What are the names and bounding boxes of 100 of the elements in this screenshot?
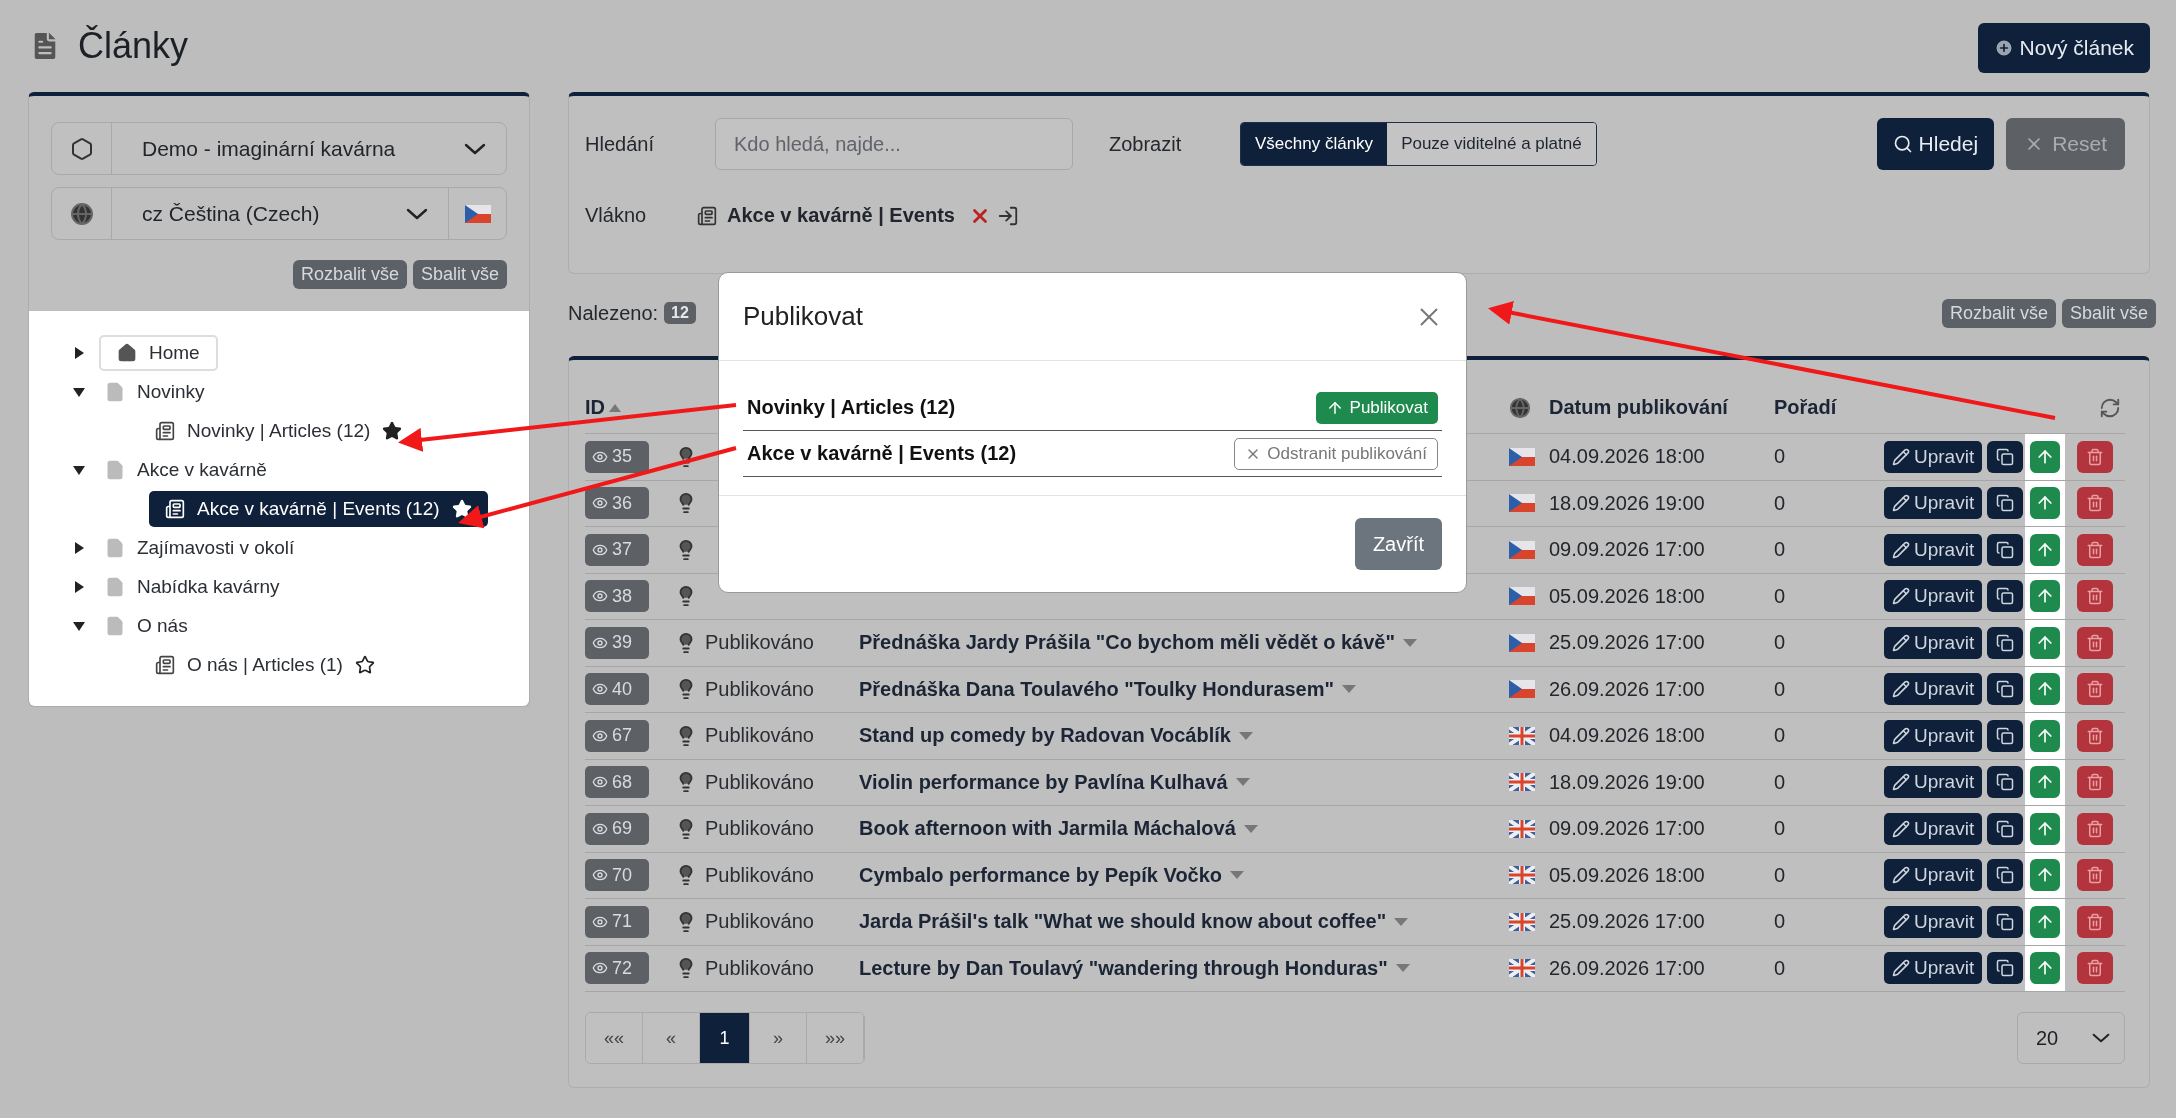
article-title[interactable]: Violin performance by Pavlína Kulhavá [859,770,1509,794]
copy-button[interactable] [1987,626,2024,659]
edit-button[interactable]: Upravit [1884,952,1983,985]
delete-button[interactable] [2077,440,2114,473]
language-select[interactable]: cz Čeština (Czech) [51,187,507,240]
unpublish-button[interactable]: Odstranit publikování [1234,437,1438,470]
publish-button[interactable] [2030,626,2061,659]
edit-button[interactable]: Upravit [1884,580,1983,613]
publish-button[interactable] [2030,812,2061,845]
column-header[interactable]: Datum publikování [1549,396,1774,419]
delete-button[interactable] [2077,905,2114,938]
tree-item[interactable]: Novinky [99,373,211,410]
id-badge[interactable]: 39 [585,626,649,659]
tree-item[interactable]: O nás | Articles (1) [149,646,381,683]
copy-button[interactable] [1987,487,2024,520]
id-badge[interactable]: 68 [585,766,649,799]
expand-all-button[interactable]: Rozbalit vše [292,260,407,289]
id-badge[interactable]: 71 [585,905,649,938]
id-badge[interactable]: 40 [585,673,649,706]
publish-button[interactable] [2030,580,2061,613]
edit-button[interactable]: Upravit [1884,673,1983,706]
edit-button[interactable]: Upravit [1884,719,1983,752]
delete-button[interactable] [2077,580,2114,613]
tree-item[interactable]: Nabídka kavárny [99,568,286,605]
copy-button[interactable] [1987,580,2024,613]
filter-toggle[interactable]: Pouze viditelné a platné [1387,123,1596,165]
collapse-all-button[interactable]: Sbalit vše [412,260,507,289]
publish-button[interactable]: Publikovat [1315,391,1438,424]
caret-right-icon[interactable] [72,579,86,594]
search-field[interactable]: Kdo hledá, najde... [715,118,1073,170]
delete-button[interactable] [2077,533,2114,566]
publish-button[interactable] [2030,533,2061,566]
copy-button[interactable] [1987,812,2024,845]
edit-button[interactable]: Upravit [1884,487,1983,520]
caret-right-icon[interactable] [72,540,86,555]
refresh-icon[interactable] [2099,396,2121,419]
id-badge[interactable]: 70 [585,859,649,892]
collapse-all-button[interactable]: Sbalit vše [2061,298,2156,328]
enter-icon[interactable] [996,204,1019,227]
article-title[interactable]: Cymbalo performance by Pepík Vočko [859,863,1509,887]
page-button[interactable]: 1 [700,1013,750,1063]
edit-button[interactable]: Upravit [1884,859,1983,892]
id-badge[interactable]: 36 [585,487,649,520]
new-article-button[interactable]: Nový článek [1977,23,2150,73]
edit-button[interactable]: Upravit [1884,533,1983,566]
id-badge[interactable]: 72 [585,952,649,985]
copy-button[interactable] [1987,440,2024,473]
page-size-select[interactable]: 20 [2017,1012,2125,1064]
publish-button[interactable] [2030,673,2061,706]
publish-button[interactable] [2030,905,2061,938]
tree-item[interactable]: Novinky | Articles (12) [149,412,409,449]
delete-button[interactable] [2077,766,2114,799]
edit-button[interactable]: Upravit [1884,440,1983,473]
delete-button[interactable] [2077,859,2114,892]
search-button[interactable]: Hledej [1876,118,1995,170]
publish-button[interactable] [2030,766,2061,799]
edit-button[interactable]: Upravit [1884,766,1983,799]
id-badge[interactable]: 35 [585,440,649,473]
edit-button[interactable]: Upravit [1884,812,1983,845]
publish-button[interactable] [2030,859,2061,892]
star-icon[interactable] [382,420,403,441]
copy-button[interactable] [1987,533,2024,566]
delete-button[interactable] [2077,487,2114,520]
id-badge[interactable]: 67 [585,719,649,752]
tree-item[interactable]: Zajímavosti v okolí [99,529,301,566]
filter-toggle[interactable]: Všechny články [1241,123,1388,165]
tree-item[interactable]: Akce v kavárně | Events (12) [149,490,488,527]
tree-item[interactable]: Akce v kavárně [99,451,273,488]
column-header[interactable]: ID [585,396,667,419]
publish-button[interactable] [2030,440,2061,473]
id-badge[interactable]: 37 [585,533,649,566]
copy-button[interactable] [1987,905,2024,938]
id-badge[interactable]: 69 [585,812,649,845]
page-button[interactable]: «« [586,1013,643,1063]
star-icon[interactable] [451,498,472,519]
copy-button[interactable] [1987,673,2024,706]
star-icon[interactable] [354,654,375,675]
article-title[interactable]: Jarda Prášil's talk "What we should know about coffee" [859,910,1509,934]
id-badge[interactable]: 38 [585,580,649,613]
article-title[interactable]: Přednáška Jardy Prášila "Co bychom měli vědět o kávě" [859,631,1509,655]
publish-button[interactable] [2030,952,2061,985]
copy-button[interactable] [1987,859,2024,892]
edit-button[interactable]: Upravit [1884,905,1983,938]
expand-all-button[interactable]: Rozbalit vše [1941,298,2056,328]
delete-button[interactable] [2077,719,2114,752]
project-select[interactable]: Demo - imaginární kavárna [51,122,507,175]
copy-button[interactable] [1987,766,2024,799]
close-dialog-button[interactable]: Zavřít [1354,518,1442,570]
article-title[interactable]: Lecture by Dan Toulavý "wandering through Honduras" [859,956,1509,980]
article-title[interactable]: Book afternoon with Jarmila Máchalová [859,817,1509,841]
delete-button[interactable] [2077,673,2114,706]
caret-right-icon[interactable] [72,345,86,360]
column-header[interactable]: Pořadí [1774,396,1884,419]
publish-button[interactable] [2030,719,2061,752]
article-title[interactable]: Stand up comedy by Radovan Vocáblík [859,724,1509,748]
edit-button[interactable]: Upravit [1884,626,1983,659]
copy-button[interactable] [1987,952,2024,985]
delete-button[interactable] [2077,626,2114,659]
home-button[interactable]: Home [99,334,218,371]
article-title[interactable]: Přednáška Dana Toulavého "Toulky Hondurasem" [859,677,1509,701]
